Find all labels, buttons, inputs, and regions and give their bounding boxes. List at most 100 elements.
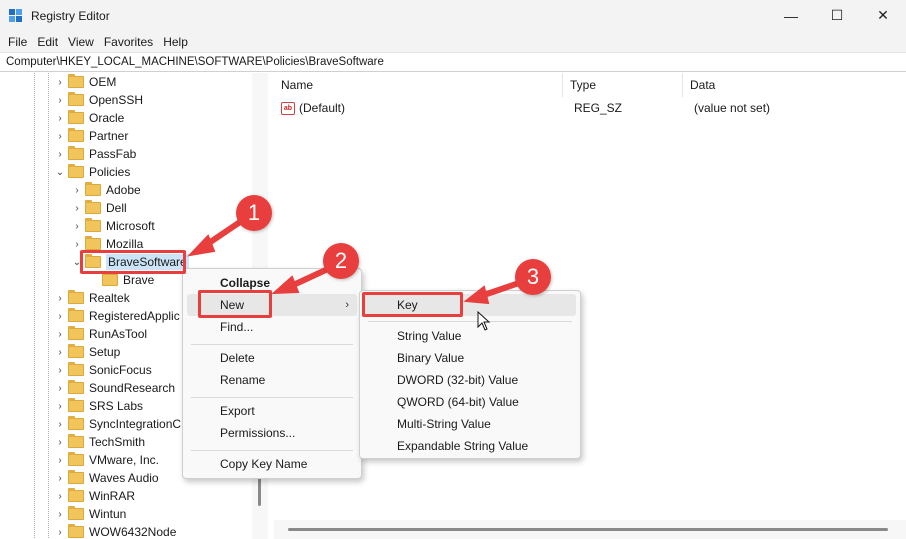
list-item[interactable]: ab (Default) REG_SZ (value not set) bbox=[274, 99, 894, 117]
menu-item-copy-key-name[interactable]: Copy Key Name bbox=[187, 453, 357, 475]
folder-icon bbox=[85, 218, 101, 232]
tree-item-policies[interactable]: ⌄ Policies bbox=[55, 163, 130, 181]
chevron-right-icon[interactable]: › bbox=[55, 95, 65, 106]
tree-item-label: SyncIntegrationC bbox=[89, 417, 182, 431]
chevron-right-icon[interactable]: › bbox=[55, 419, 65, 430]
tree-item-waves-audio[interactable]: › Waves Audio bbox=[55, 469, 159, 487]
chevron-right-icon[interactable]: › bbox=[55, 311, 65, 322]
value-name: (Default) bbox=[299, 101, 346, 115]
chevron-right-icon[interactable]: › bbox=[55, 491, 65, 502]
menu-edit[interactable]: Edit bbox=[32, 35, 63, 49]
menu-divider bbox=[368, 321, 572, 322]
tree-item-label: RegisteredApplic bbox=[89, 309, 180, 323]
tree-item-wintun[interactable]: › Wintun bbox=[55, 505, 126, 523]
tree-item-label: SoundResearch bbox=[89, 381, 176, 395]
menu-view[interactable]: View bbox=[63, 35, 99, 49]
tree-item-label: Adobe bbox=[106, 183, 141, 197]
column-header-data[interactable]: Data bbox=[683, 73, 906, 97]
tree-item-syncintegration[interactable]: › SyncIntegrationC bbox=[55, 415, 181, 433]
chevron-right-icon[interactable]: › bbox=[55, 509, 65, 520]
submenu-item-string-value[interactable]: String Value bbox=[364, 325, 576, 347]
chevron-right-icon[interactable]: › bbox=[55, 383, 65, 394]
folder-icon bbox=[68, 92, 84, 106]
chevron-right-icon[interactable]: › bbox=[55, 329, 65, 340]
scrollbar-thumb[interactable] bbox=[288, 528, 888, 531]
value-type: REG_SZ bbox=[574, 101, 623, 115]
tree-item-wow6432node[interactable]: › WOW6432Node bbox=[55, 523, 176, 539]
menu-divider bbox=[191, 450, 353, 451]
submenu-item-binary-value[interactable]: Binary Value bbox=[364, 347, 576, 369]
menu-bar: File Edit View Favorites Help bbox=[0, 31, 906, 52]
chevron-right-icon[interactable]: › bbox=[72, 203, 82, 214]
minimize-button[interactable]: — bbox=[768, 0, 814, 31]
chevron-right-icon[interactable]: › bbox=[55, 113, 65, 124]
tree-item-microsoft[interactable]: › Microsoft bbox=[72, 217, 155, 235]
chevron-right-icon[interactable]: › bbox=[55, 473, 65, 484]
tree-item-oracle[interactable]: › Oracle bbox=[55, 109, 124, 127]
submenu-item-expandable-string-value[interactable]: Expandable String Value bbox=[364, 435, 576, 457]
highlight-box-new bbox=[198, 290, 272, 318]
tree-item-openssh[interactable]: › OpenSSH bbox=[55, 91, 143, 109]
menu-item-rename[interactable]: Rename bbox=[187, 369, 357, 391]
tree-item-label: TechSmith bbox=[89, 435, 146, 449]
chevron-right-icon[interactable]: › bbox=[55, 365, 65, 376]
chevron-right-icon[interactable]: › bbox=[72, 239, 82, 250]
chevron-right-icon[interactable]: › bbox=[55, 527, 65, 538]
address-bar[interactable]: Computer\HKEY_LOCAL_MACHINE\SOFTWARE\Pol… bbox=[0, 52, 906, 72]
tree-item-setup[interactable]: › Setup bbox=[55, 343, 120, 361]
folder-icon bbox=[68, 146, 84, 160]
submenu-item-qword-value[interactable]: QWORD (64-bit) Value bbox=[364, 391, 576, 413]
chevron-right-icon[interactable]: › bbox=[72, 221, 82, 232]
chevron-right-icon[interactable]: › bbox=[55, 77, 65, 88]
folder-icon bbox=[68, 524, 84, 538]
tree-item-sonicfocus[interactable]: › SonicFocus bbox=[55, 361, 152, 379]
maximize-button[interactable]: ☐ bbox=[814, 0, 860, 31]
chevron-right-icon[interactable]: › bbox=[55, 455, 65, 466]
folder-icon bbox=[85, 182, 101, 196]
tree-item-runastool[interactable]: › RunAsTool bbox=[55, 325, 147, 343]
mouse-cursor-icon bbox=[477, 311, 491, 331]
chevron-right-icon[interactable]: › bbox=[55, 347, 65, 358]
folder-icon bbox=[68, 110, 84, 124]
scrollbar-thumb[interactable] bbox=[258, 478, 261, 506]
tree-item-passfab[interactable]: › PassFab bbox=[55, 145, 136, 163]
submenu-item-dword-value[interactable]: DWORD (32-bit) Value bbox=[364, 369, 576, 391]
menu-help[interactable]: Help bbox=[158, 35, 193, 49]
registry-editor-icon bbox=[9, 8, 23, 23]
tree-item-srs-labs[interactable]: › SRS Labs bbox=[55, 397, 143, 415]
submenu-item-multi-string-value[interactable]: Multi-String Value bbox=[364, 413, 576, 435]
menu-item-export[interactable]: Export bbox=[187, 400, 357, 422]
tree-item-vmware[interactable]: › VMware, Inc. bbox=[55, 451, 159, 469]
tree-item-registeredapplic[interactable]: › RegisteredApplic bbox=[55, 307, 180, 325]
list-horizontal-scrollbar[interactable] bbox=[274, 520, 906, 539]
chevron-right-icon[interactable]: › bbox=[55, 149, 65, 160]
menu-item-permissions[interactable]: Permissions... bbox=[187, 422, 357, 444]
tree-item-label: Brave bbox=[123, 273, 155, 287]
tree-item-adobe[interactable]: › Adobe bbox=[72, 181, 141, 199]
chevron-right-icon[interactable]: › bbox=[55, 401, 65, 412]
tree-item-label: Realtek bbox=[89, 291, 130, 305]
folder-icon bbox=[68, 416, 84, 430]
menu-file[interactable]: File bbox=[3, 35, 32, 49]
tree-item-oem[interactable]: › OEM bbox=[55, 73, 116, 91]
close-button[interactable]: ✕ bbox=[860, 0, 906, 31]
column-header-name[interactable]: Name bbox=[274, 73, 563, 97]
tree-item-soundresearch[interactable]: › SoundResearch bbox=[55, 379, 175, 397]
column-header-type[interactable]: Type bbox=[563, 73, 683, 97]
tree-item-label: SRS Labs bbox=[89, 399, 144, 413]
tree-item-techsmith[interactable]: › TechSmith bbox=[55, 433, 145, 451]
menu-item-delete[interactable]: Delete bbox=[187, 347, 357, 369]
chevron-right-icon[interactable]: › bbox=[55, 437, 65, 448]
chevron-right-icon[interactable]: › bbox=[72, 185, 82, 196]
tree-item-realtek[interactable]: › Realtek bbox=[55, 289, 130, 307]
tree-item-winrar[interactable]: › WinRAR bbox=[55, 487, 135, 505]
menu-item-find[interactable]: Find... bbox=[187, 316, 357, 338]
tree-item-partner[interactable]: › Partner bbox=[55, 127, 128, 145]
chevron-right-icon[interactable]: › bbox=[55, 131, 65, 142]
menu-favorites[interactable]: Favorites bbox=[99, 35, 158, 49]
tree-item-label: PassFab bbox=[89, 147, 137, 161]
chevron-right-icon[interactable]: › bbox=[55, 293, 65, 304]
chevron-down-icon[interactable]: ⌄ bbox=[55, 167, 65, 178]
tree-item-label: Partner bbox=[89, 129, 129, 143]
tree-item-dell[interactable]: › Dell bbox=[72, 199, 127, 217]
